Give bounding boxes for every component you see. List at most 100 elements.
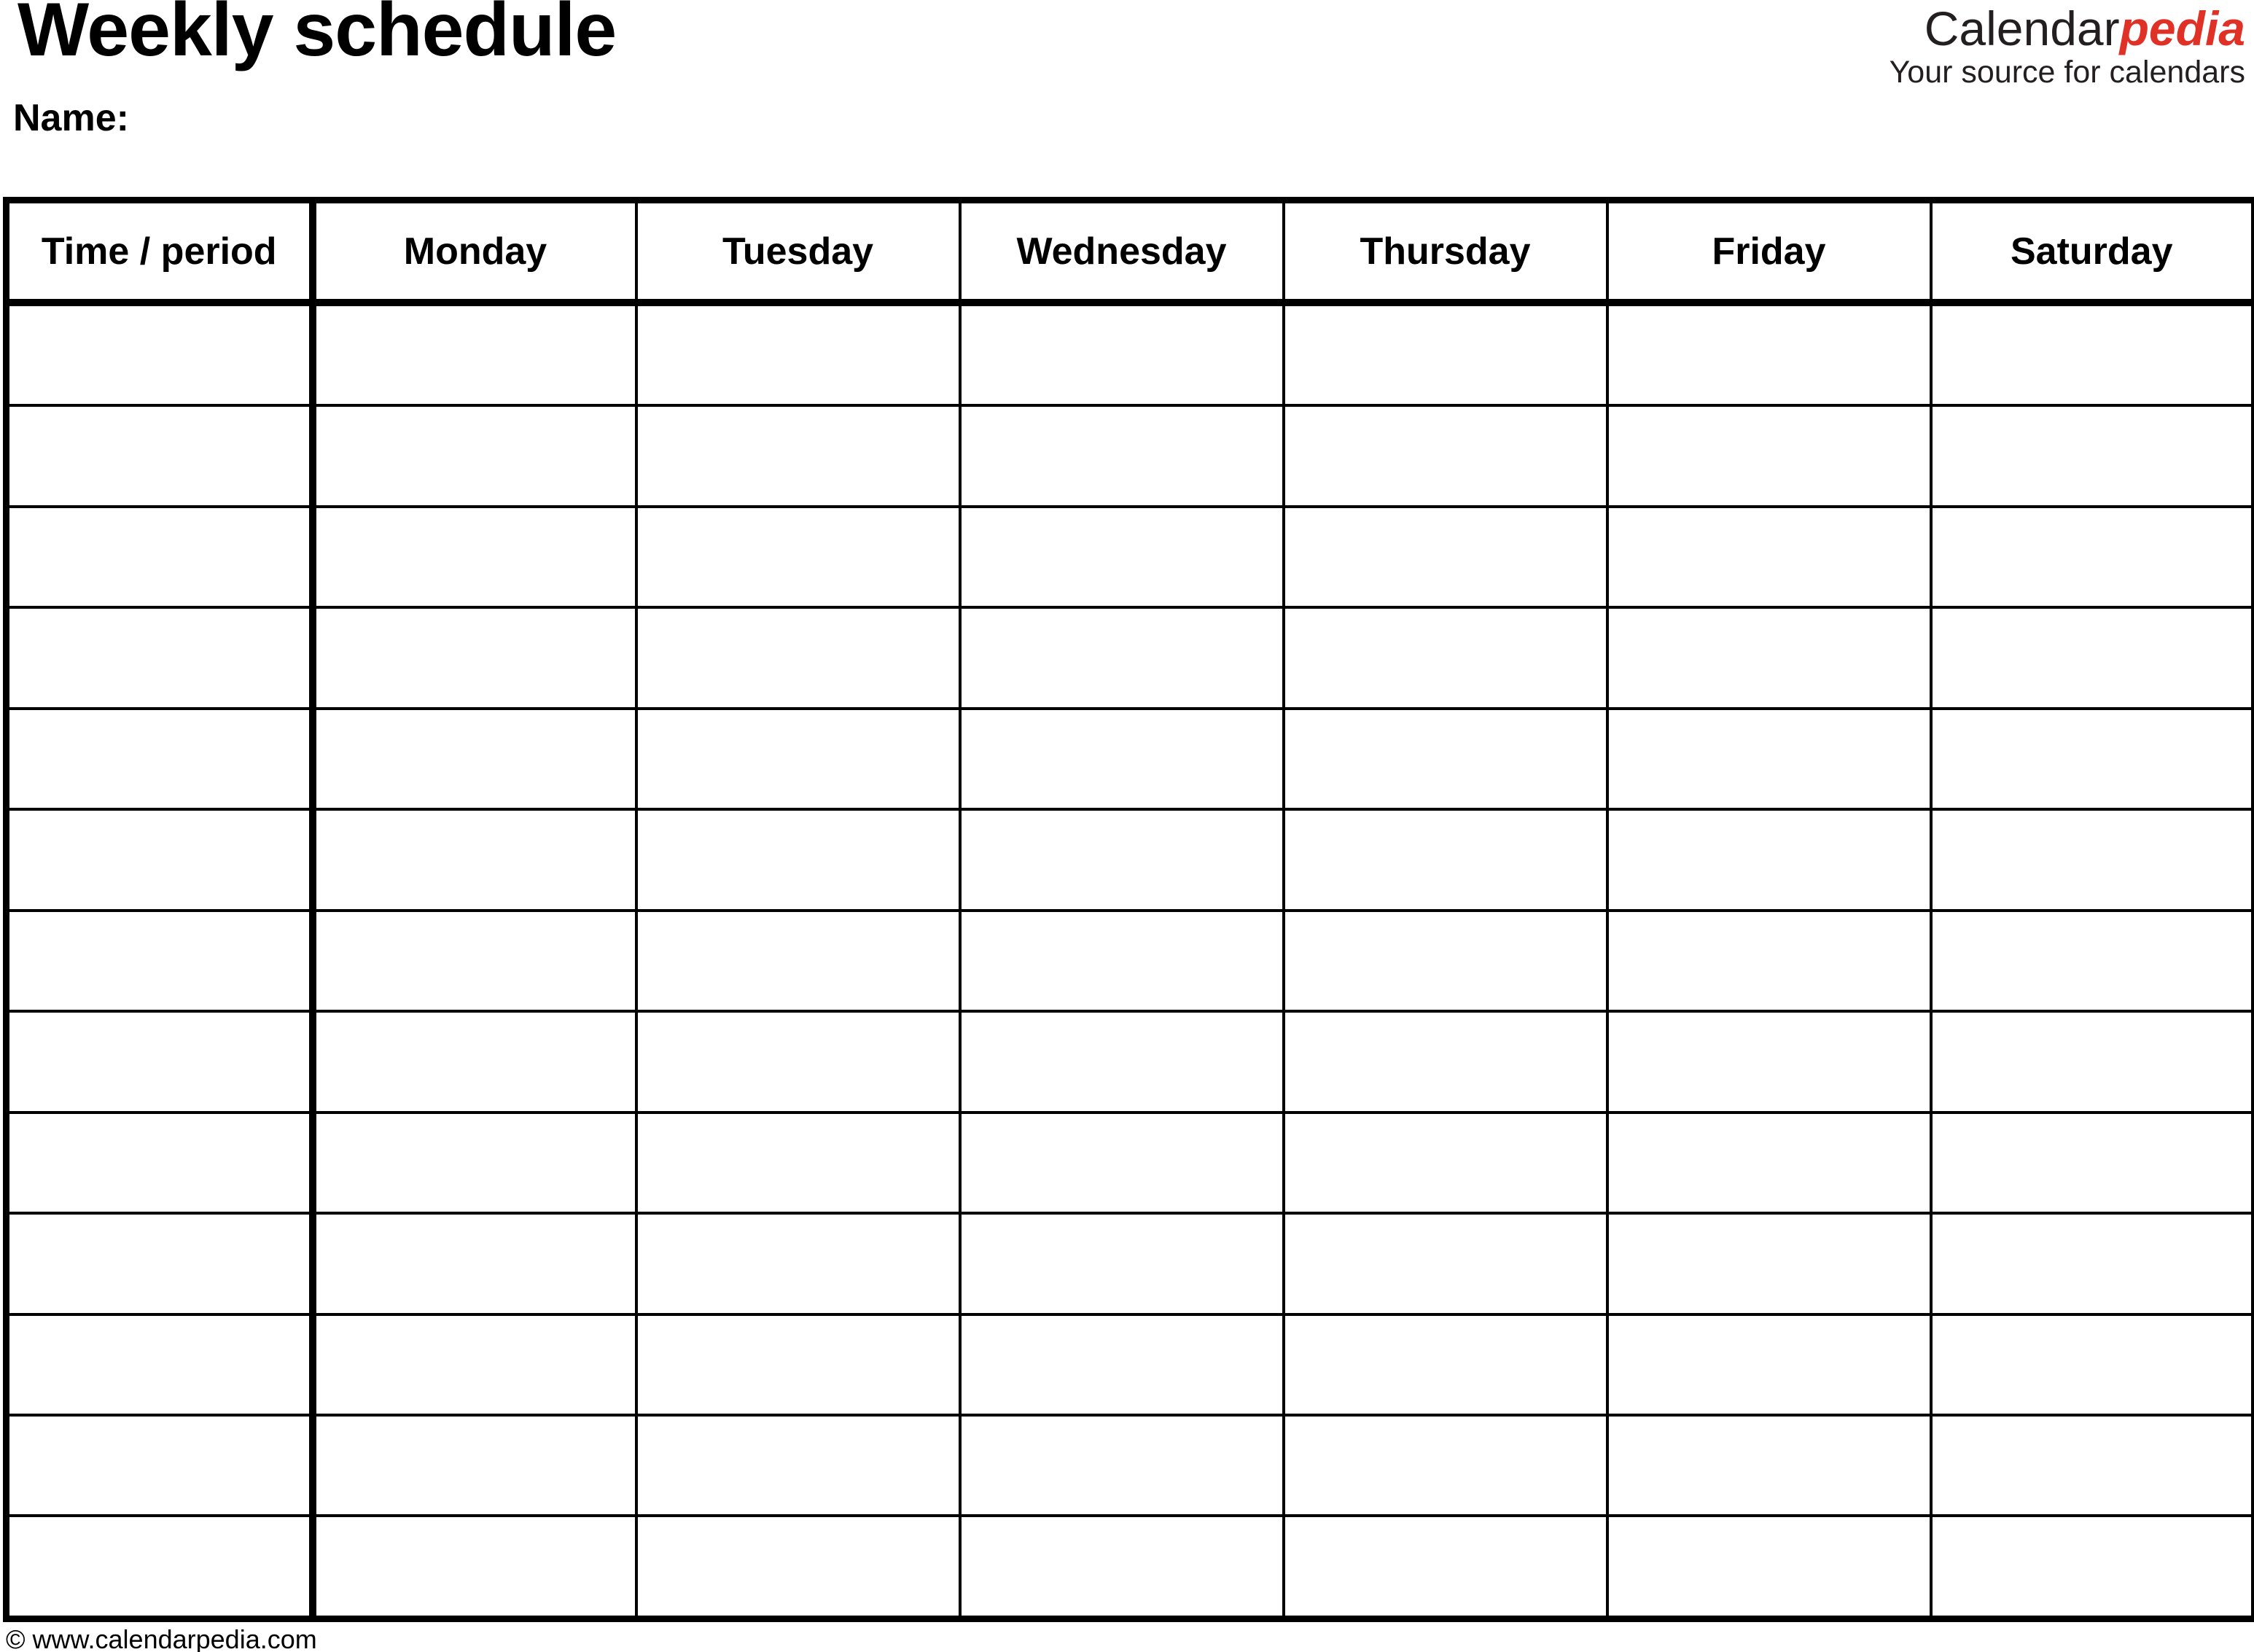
cell-wednesday[interactable] (959, 405, 1285, 508)
column-header-monday: Monday (312, 200, 638, 306)
cell-thursday[interactable] (1283, 1415, 1609, 1518)
cell-saturday[interactable] (1930, 303, 2254, 408)
cell-tuesday[interactable] (636, 910, 962, 1013)
cell-wednesday[interactable] (959, 809, 1285, 912)
cell-friday[interactable] (1607, 1213, 1933, 1316)
cell-tuesday[interactable] (636, 1314, 962, 1417)
column-header-saturday: Saturday (1930, 200, 2254, 306)
cell-time-period[interactable] (6, 607, 316, 710)
cell-monday[interactable] (312, 506, 638, 609)
cell-time-period[interactable] (6, 303, 316, 408)
cell-saturday[interactable] (1930, 910, 2254, 1013)
cell-friday[interactable] (1607, 809, 1933, 912)
cell-monday[interactable] (312, 708, 638, 811)
cell-monday[interactable] (312, 303, 638, 408)
cell-saturday[interactable] (1930, 405, 2254, 508)
weekly-schedule-table: Time / period Monday Tuesday Wednesday T… (3, 197, 2254, 1622)
cell-tuesday[interactable] (636, 303, 962, 408)
cell-saturday[interactable] (1930, 1213, 2254, 1316)
table-header-row: Time / period Monday Tuesday Wednesday T… (6, 200, 2254, 306)
cell-friday[interactable] (1607, 607, 1933, 710)
cell-tuesday[interactable] (636, 1112, 962, 1215)
cell-wednesday[interactable] (959, 1415, 1285, 1518)
page-title: Weekly schedule (17, 0, 617, 72)
cell-time-period[interactable] (6, 1112, 316, 1215)
cell-friday[interactable] (1607, 506, 1933, 609)
cell-monday[interactable] (312, 910, 638, 1013)
cell-tuesday[interactable] (636, 1415, 962, 1518)
cell-thursday[interactable] (1283, 405, 1609, 508)
cell-thursday[interactable] (1283, 1112, 1609, 1215)
cell-saturday[interactable] (1930, 708, 2254, 811)
cell-thursday[interactable] (1283, 303, 1609, 408)
cell-friday[interactable] (1607, 708, 1933, 811)
cell-friday[interactable] (1607, 405, 1933, 508)
cell-tuesday[interactable] (636, 1516, 962, 1619)
cell-tuesday[interactable] (636, 708, 962, 811)
cell-wednesday[interactable] (959, 607, 1285, 710)
cell-friday[interactable] (1607, 1516, 1933, 1619)
cell-tuesday[interactable] (636, 809, 962, 912)
cell-monday[interactable] (312, 405, 638, 508)
cell-wednesday[interactable] (959, 1112, 1285, 1215)
cell-thursday[interactable] (1283, 910, 1609, 1013)
cell-saturday[interactable] (1930, 1011, 2254, 1114)
cell-monday[interactable] (312, 1112, 638, 1215)
cell-tuesday[interactable] (636, 607, 962, 710)
cell-thursday[interactable] (1283, 1314, 1609, 1417)
cell-friday[interactable] (1607, 303, 1933, 408)
cell-tuesday[interactable] (636, 1011, 962, 1114)
cell-time-period[interactable] (6, 405, 316, 508)
cell-thursday[interactable] (1283, 1516, 1609, 1619)
cell-saturday[interactable] (1930, 1112, 2254, 1215)
cell-tuesday[interactable] (636, 506, 962, 609)
cell-thursday[interactable] (1283, 506, 1609, 609)
cell-thursday[interactable] (1283, 708, 1609, 811)
cell-wednesday[interactable] (959, 303, 1285, 408)
cell-friday[interactable] (1607, 1415, 1933, 1518)
cell-saturday[interactable] (1930, 506, 2254, 609)
cell-friday[interactable] (1607, 1314, 1933, 1417)
cell-thursday[interactable] (1283, 809, 1609, 912)
cell-thursday[interactable] (1283, 607, 1609, 710)
cell-tuesday[interactable] (636, 1213, 962, 1316)
table-row (6, 303, 2254, 408)
cell-monday[interactable] (312, 1314, 638, 1417)
cell-tuesday[interactable] (636, 405, 962, 508)
cell-monday[interactable] (312, 1516, 638, 1619)
cell-wednesday[interactable] (959, 1516, 1285, 1619)
cell-saturday[interactable] (1930, 1314, 2254, 1417)
cell-time-period[interactable] (6, 506, 316, 609)
cell-wednesday[interactable] (959, 910, 1285, 1013)
cell-wednesday[interactable] (959, 506, 1285, 609)
cell-time-period[interactable] (6, 1314, 316, 1417)
cell-time-period[interactable] (6, 1516, 316, 1619)
cell-saturday[interactable] (1930, 1415, 2254, 1518)
cell-thursday[interactable] (1283, 1011, 1609, 1114)
cell-monday[interactable] (312, 1011, 638, 1114)
cell-time-period[interactable] (6, 708, 316, 811)
cell-time-period[interactable] (6, 1415, 316, 1518)
cell-friday[interactable] (1607, 910, 1933, 1013)
cell-saturday[interactable] (1930, 1516, 2254, 1619)
cell-saturday[interactable] (1930, 809, 2254, 912)
cell-monday[interactable] (312, 1213, 638, 1316)
cell-monday[interactable] (312, 607, 638, 710)
cell-wednesday[interactable] (959, 1314, 1285, 1417)
cell-wednesday[interactable] (959, 1011, 1285, 1114)
table-body (6, 303, 2254, 1619)
cell-monday[interactable] (312, 1415, 638, 1518)
cell-wednesday[interactable] (959, 1213, 1285, 1316)
cell-time-period[interactable] (6, 1011, 316, 1114)
cell-time-period[interactable] (6, 910, 316, 1013)
cell-time-period[interactable] (6, 1213, 316, 1316)
cell-wednesday[interactable] (959, 708, 1285, 811)
cell-saturday[interactable] (1930, 607, 2254, 710)
cell-time-period[interactable] (6, 809, 316, 912)
cell-friday[interactable] (1607, 1011, 1933, 1114)
cell-friday[interactable] (1607, 1112, 1933, 1215)
cell-thursday[interactable] (1283, 1213, 1609, 1316)
table-row (6, 809, 2254, 912)
cell-monday[interactable] (312, 809, 638, 912)
column-header-time-period: Time / period (6, 200, 316, 306)
